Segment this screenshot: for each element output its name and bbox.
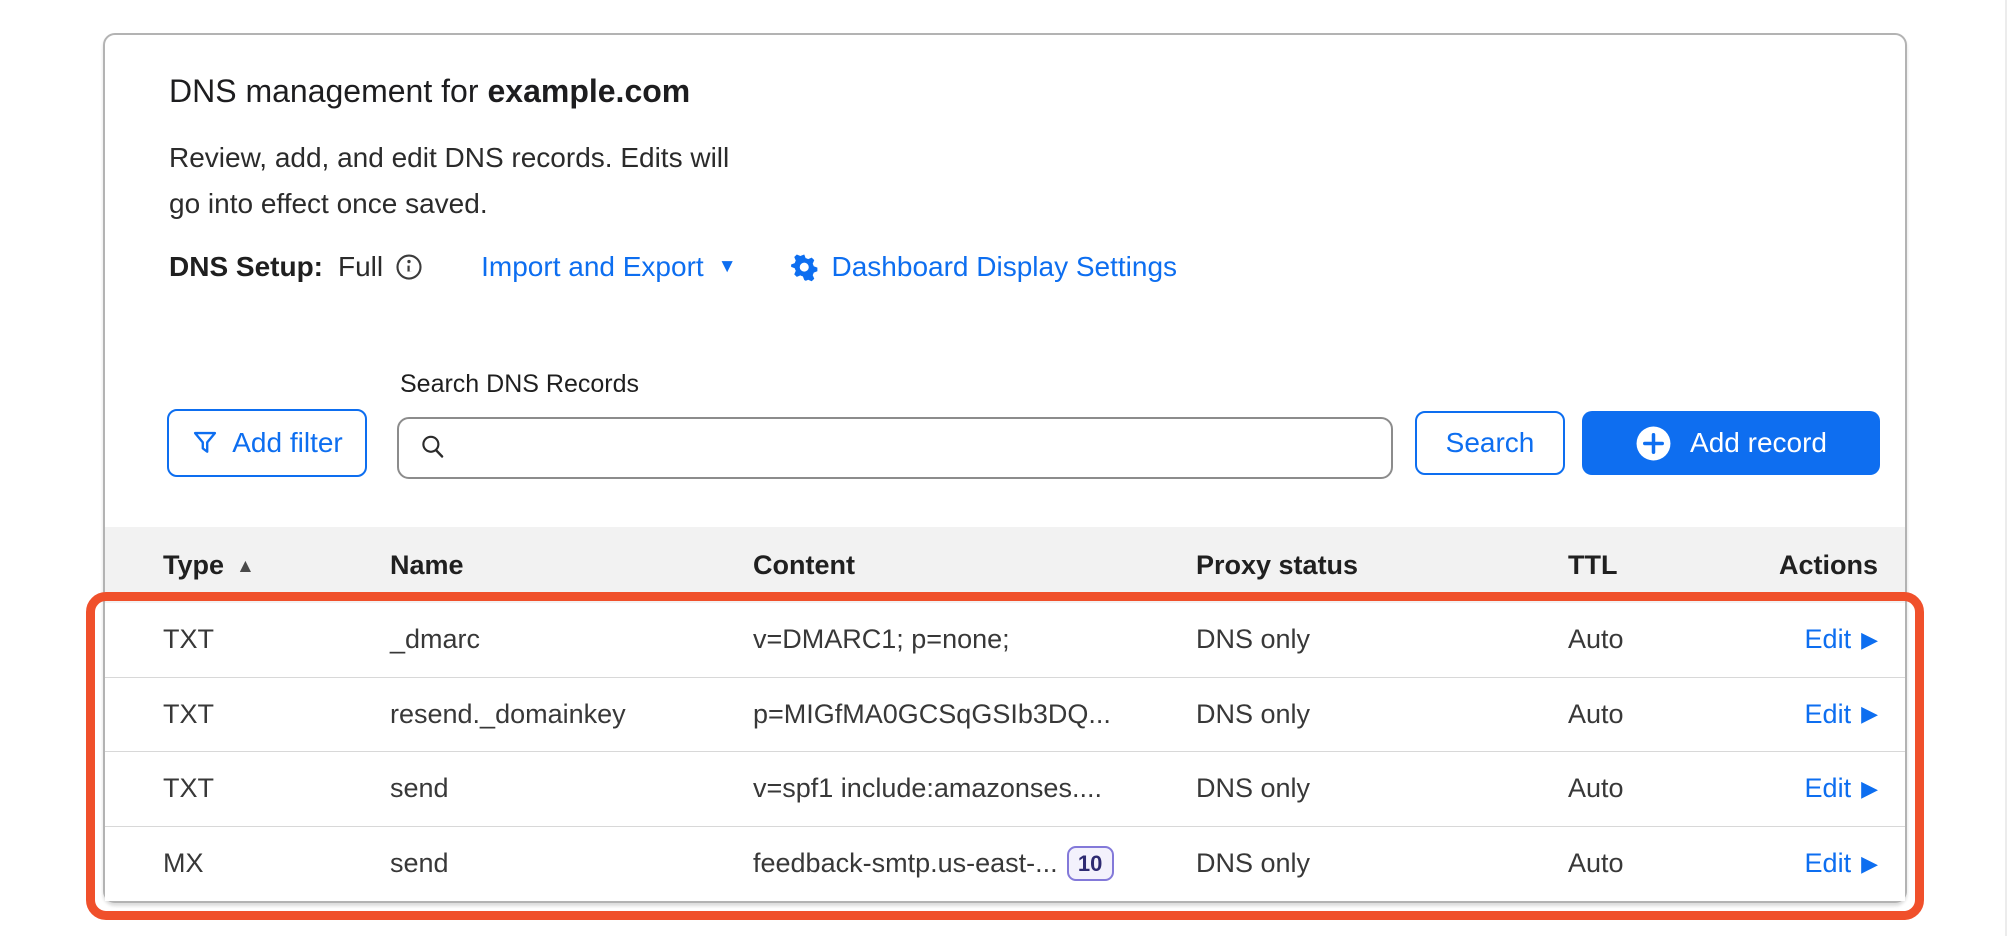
cell-type: MX [163, 827, 204, 902]
cell-ttl: Auto [1568, 752, 1624, 826]
edit-link-label: Edit [1805, 848, 1852, 879]
add-filter-button[interactable]: Add filter [167, 409, 367, 477]
sort-ascending-icon: ▲ [236, 556, 255, 577]
cell-proxy-status: DNS only [1196, 752, 1310, 826]
add-record-label: Add record [1690, 427, 1827, 459]
dashboard-display-settings-label: Dashboard Display Settings [832, 251, 1178, 283]
cell-content-text: p=MIGfMA0GCSqGSIb3DQ... [753, 699, 1111, 730]
edit-link-label: Edit [1805, 773, 1852, 804]
cell-name: send [390, 827, 449, 902]
screen-right-edge [2005, 0, 2007, 936]
edit-link[interactable]: Edit ▶ [1805, 624, 1878, 655]
priority-badge: 10 [1067, 846, 1114, 881]
cell-actions: Edit ▶ [1805, 827, 1878, 902]
info-icon[interactable] [394, 252, 424, 282]
edit-arrow-icon: ▶ [1861, 701, 1878, 727]
column-header-ttl: TTL [1568, 527, 1617, 603]
cell-actions: Edit ▶ [1805, 678, 1878, 752]
cell-name: _dmarc [390, 603, 480, 677]
search-button[interactable]: Search [1415, 411, 1565, 475]
import-export-label: Import and Export [481, 251, 704, 283]
table-header-row: Type ▲ Name Content Proxy status TTL Acti… [105, 527, 1905, 603]
cell-type: TXT [163, 678, 214, 752]
dns-management-card: DNS management forexample.com Review, ad… [103, 33, 1907, 903]
edit-link-label: Edit [1805, 624, 1852, 655]
cell-content-text: v=DMARC1; p=none; [753, 624, 1010, 655]
table-row: MX send feedback-smtp.us-east-... 10 DNS… [105, 827, 1905, 902]
cell-content: feedback-smtp.us-east-... 10 [753, 827, 1114, 902]
table-row: TXT resend._domainkey p=MIGfMA0GCSqGSIb3… [105, 678, 1905, 753]
cell-content: p=MIGfMA0GCSqGSIb3DQ... [753, 678, 1111, 752]
cell-proxy-status: DNS only [1196, 827, 1310, 902]
cell-type: TXT [163, 752, 214, 826]
cell-ttl: Auto [1568, 678, 1624, 752]
cell-ttl: Auto [1568, 603, 1624, 677]
dns-setup-label: DNS Setup: [169, 251, 323, 283]
column-header-proxy-status: Proxy status [1196, 527, 1358, 603]
column-header-type-label: Type [163, 550, 224, 580]
chevron-down-icon: ▼ [718, 256, 737, 278]
subtitle-line-1: Review, add, and edit DNS records. Edits… [169, 135, 729, 181]
add-filter-label: Add filter [232, 427, 343, 459]
column-header-actions: Actions [1779, 527, 1878, 603]
cell-type: TXT [163, 603, 214, 677]
table-row: TXT _dmarc v=DMARC1; p=none; DNS only Au… [105, 603, 1905, 678]
cell-proxy-status: DNS only [1196, 603, 1310, 677]
edit-link-label: Edit [1805, 699, 1852, 730]
subtitle-line-2: go into effect once saved. [169, 181, 729, 227]
dashboard-display-settings-link[interactable]: Dashboard Display Settings [789, 251, 1178, 283]
column-header-content: Content [753, 527, 855, 603]
page-title-prefix: DNS management for [169, 73, 478, 109]
page-subtitle: Review, add, and edit DNS records. Edits… [169, 135, 729, 227]
cell-actions: Edit ▶ [1805, 752, 1878, 826]
import-export-link[interactable]: Import and Export ▼ [481, 251, 736, 283]
table-body: TXT _dmarc v=DMARC1; p=none; DNS only Au… [105, 603, 1905, 901]
cell-content: v=spf1 include:amazonses.... [753, 752, 1102, 826]
add-record-button[interactable]: Add record [1582, 411, 1880, 475]
cell-ttl: Auto [1568, 827, 1624, 902]
cell-content-text: feedback-smtp.us-east-... [753, 848, 1058, 879]
cell-content-text: v=spf1 include:amazonses.... [753, 773, 1102, 804]
edit-arrow-icon: ▶ [1861, 627, 1878, 653]
dns-setup-row: DNS Setup: Full Import and Export ▼ Dash… [169, 247, 1177, 287]
table-row: TXT send v=spf1 include:amazonses.... DN… [105, 752, 1905, 827]
edit-link[interactable]: Edit ▶ [1805, 848, 1878, 879]
search-button-label: Search [1446, 427, 1535, 459]
edit-link[interactable]: Edit ▶ [1805, 773, 1878, 804]
edit-link[interactable]: Edit ▶ [1805, 699, 1878, 730]
gear-icon [789, 252, 819, 282]
column-header-name: Name [390, 527, 464, 603]
cell-name: send [390, 752, 449, 826]
cell-name: resend._domainkey [390, 678, 626, 752]
search-dns-records-label: Search DNS Records [400, 370, 639, 399]
edit-arrow-icon: ▶ [1861, 776, 1878, 802]
column-header-type[interactable]: Type ▲ [163, 527, 255, 605]
page-title-domain: example.com [487, 73, 690, 109]
search-icon [419, 433, 449, 463]
dns-setup-value: Full [338, 251, 383, 283]
cell-content: v=DMARC1; p=none; [753, 603, 1010, 677]
cell-proxy-status: DNS only [1196, 678, 1310, 752]
plus-circle-icon [1635, 425, 1672, 462]
filter-funnel-icon [191, 429, 219, 457]
search-input-wrapper [397, 417, 1393, 479]
search-input[interactable] [463, 419, 1391, 477]
page-title: DNS management forexample.com [169, 69, 690, 113]
cell-actions: Edit ▶ [1805, 603, 1878, 677]
edit-arrow-icon: ▶ [1861, 851, 1878, 877]
